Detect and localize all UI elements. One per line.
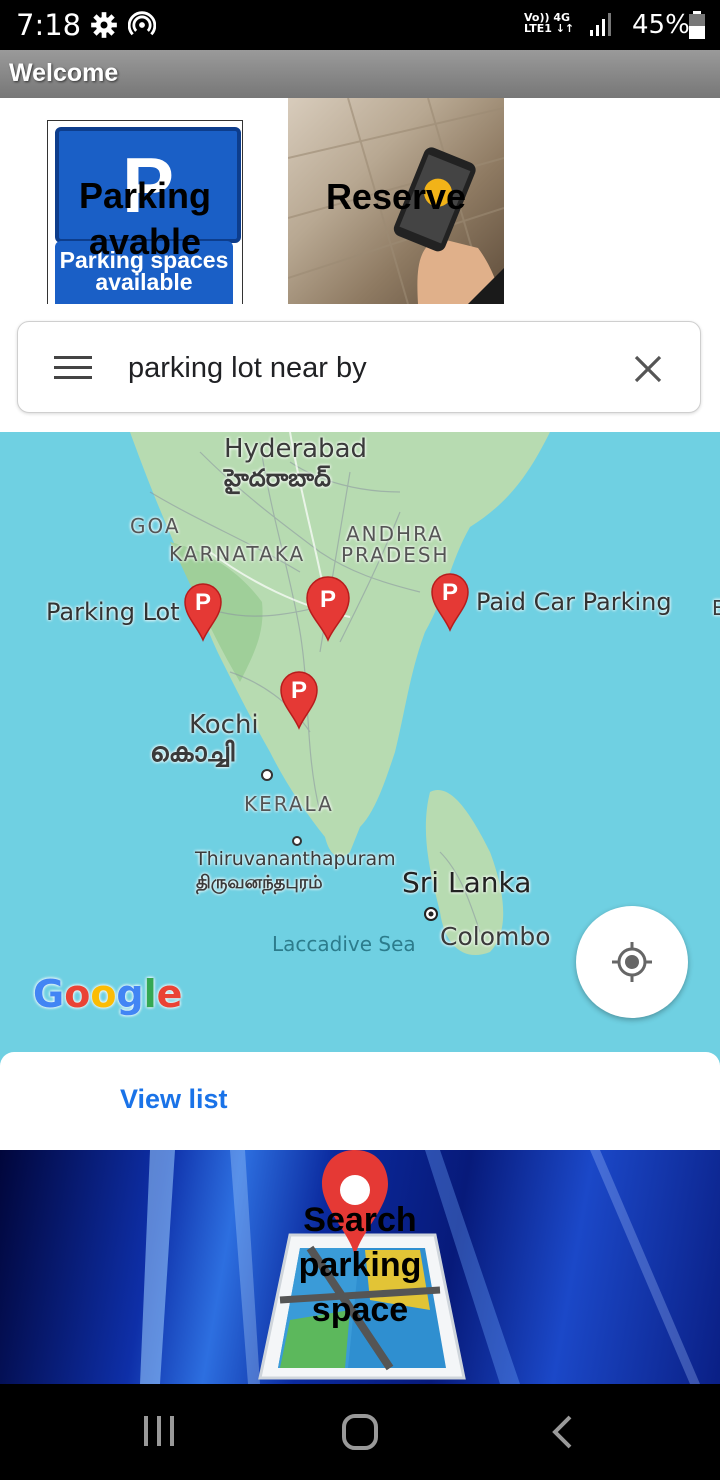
status-time: 7:18 xyxy=(16,8,82,42)
search-bar[interactable]: parking lot near by xyxy=(17,321,701,413)
parking-available-label: Parking avable xyxy=(78,175,212,262)
map-label-laccadive-sea: Laccadive Sea xyxy=(272,932,416,956)
search-query[interactable]: parking lot near by xyxy=(128,352,367,385)
marker-label-parking-lot[interactable]: Parking Lot xyxy=(46,598,180,626)
settings-gear-icon xyxy=(91,12,117,38)
map-view[interactable]: Hyderabad హైదరాబాద్ GOA KARNATAKA ANDHRA… xyxy=(0,432,720,1072)
my-location-icon xyxy=(612,942,652,982)
map-label-colombo: Colombo xyxy=(440,922,551,951)
tiles-strip: P Parking spaces available Parking avabl… xyxy=(0,98,720,306)
marker-label-paid-car-parking[interactable]: Paid Car Parking xyxy=(476,588,672,616)
map-label-sri-lanka: Sri Lanka xyxy=(402,866,532,899)
battery-icon xyxy=(689,11,705,39)
app-title-bar: Welcome xyxy=(0,50,720,98)
map-label-kochi: Kochi xyxy=(189,710,259,740)
marker-glyph: P xyxy=(194,589,211,616)
recent-apps-icon[interactable] xyxy=(142,1414,176,1448)
hotspot-icon xyxy=(128,11,156,36)
marker-glyph: P xyxy=(290,677,307,704)
map-label-edge: E xyxy=(712,596,720,620)
reserve-tile[interactable]: Reserve xyxy=(288,98,504,304)
search-parking-banner[interactable]: Search parking space xyxy=(0,1150,720,1384)
parking-marker-2[interactable]: P xyxy=(305,576,351,642)
parking-marker-3[interactable]: P xyxy=(430,572,470,632)
signal-icon xyxy=(590,13,611,36)
search-parking-label: Search parking space xyxy=(298,1201,422,1329)
map-label-pradesh: PRADESH xyxy=(341,543,450,567)
clear-search-icon[interactable] xyxy=(634,355,662,383)
network-indicator: Vo)) 4G LTE1 ↓↑ xyxy=(524,12,574,34)
parking-marker-1[interactable]: P xyxy=(183,582,223,642)
map-label-karnataka: KARNATAKA xyxy=(169,542,306,566)
map-label-kerala: KERALA xyxy=(244,792,334,816)
map-label-hyderabad-telugu: హైదరాబాద్ xyxy=(224,464,331,492)
home-icon[interactable] xyxy=(341,1413,379,1451)
map-label-goa: GOA xyxy=(130,514,181,538)
map-label-thiruvananthapuram: Thiruvananthapuram xyxy=(195,848,396,870)
marker-glyph: P xyxy=(441,579,458,606)
marker-glyph: P xyxy=(319,586,336,613)
my-location-button[interactable] xyxy=(576,906,688,1018)
parking-marker-4[interactable]: P xyxy=(279,670,319,730)
menu-icon[interactable] xyxy=(54,354,92,382)
map-label-thiruvananthapuram-tamil: திருவனந்தபுரம் xyxy=(196,872,323,893)
app-title: Welcome xyxy=(9,59,119,87)
view-list-button[interactable]: View list xyxy=(120,1084,228,1115)
system-navigation-bar xyxy=(0,1384,720,1480)
google-logo: Google xyxy=(33,972,183,1016)
reserve-label: Reserve xyxy=(325,176,467,217)
parking-available-tile[interactable]: P Parking spaces available Parking avabl… xyxy=(47,120,243,306)
battery-percent: 45% xyxy=(632,10,690,40)
map-label-hyderabad: Hyderabad xyxy=(224,434,367,464)
map-label-kochi-malayalam: കൊച്ചി xyxy=(150,738,235,768)
back-icon[interactable] xyxy=(550,1414,574,1450)
network-lte-label: LTE1 ↓↑ xyxy=(524,22,575,35)
results-bottom-sheet: View list xyxy=(0,1052,720,1152)
status-bar: 7:18 Vo)) 4G LTE1 ↓↑ 45% xyxy=(0,0,720,50)
